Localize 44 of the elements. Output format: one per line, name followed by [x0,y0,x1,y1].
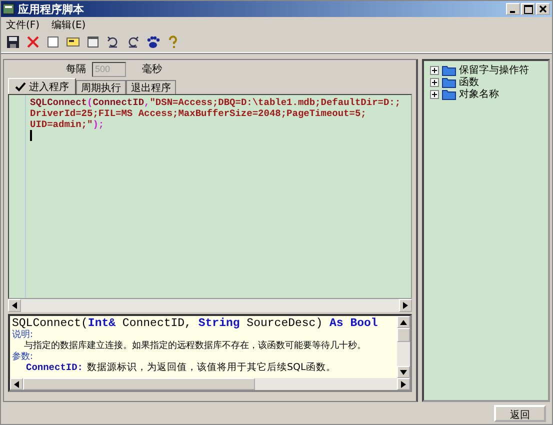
left-arrow-icon[interactable] [14,380,19,388]
expander-icon[interactable] [430,78,439,86]
tab[interactable]: 进入程序 [8,78,76,94]
menu-item[interactable]: 文件(F) [6,18,40,32]
app-icon [3,3,15,15]
folder-icon [442,64,456,76]
interval-label: 每隔 [66,63,86,76]
save-icon[interactable] [4,33,22,51]
menu-item[interactable]: 编辑(E) [52,18,86,32]
code-line: UID=admin;"); [30,119,106,130]
window-title: 应用程序脚本 [18,2,84,16]
function-signature: SQLConnect(Int& ConnectID, String SourceDesc) As Bool [12,317,379,330]
tree-item[interactable]: 函数 [430,76,542,88]
section-label: 参数: [12,352,34,362]
right-arrow-icon [403,302,408,309]
folder-icon [442,76,456,88]
return-button[interactable]: 返回 [494,404,546,422]
minimize-button[interactable] [506,3,520,15]
vertical-scrollbar[interactable] [397,316,410,378]
code-editor[interactable]: SQLConnect(ConnectID,"DSN=Access;DBQ=D:\table1.mdb;DefaultDir=D:; DriverId=25;FIL=MS Access;MaxBufferSize=2048;PageTimeout=5; UID=admin;"); [8,94,412,299]
scroll-right-button[interactable] [399,299,412,312]
right-arrow-icon[interactable] [401,380,406,388]
tree-item[interactable]: 保留字与操作符 [430,64,542,76]
expander-icon[interactable] [430,66,439,74]
tab[interactable]: 周期执行 [76,80,126,94]
up-arrow-icon[interactable] [400,320,407,324]
left-arrow-icon [12,302,17,309]
down-arrow-icon[interactable] [400,370,407,374]
section-label: 说明: [12,330,34,340]
expander-icon[interactable] [430,90,439,98]
description-text: 与指定的数据库建立连接。如果指定的远程数据库不存在，该函数可能要等待几十秒。 [23,340,367,352]
close-button[interactable] [536,3,550,15]
code-line: DriverId=25;FIL=MS Access;MaxBufferSize=2048;PageTimeout=5; [30,108,368,119]
check-icon [15,82,26,92]
maximize-button[interactable] [521,3,535,15]
parameter-text: 数据源标识，为返回值，该值将用于其它后续SQL函数。 [87,362,336,374]
horizontal-scrollbar[interactable] [10,378,410,390]
scroll-left-button[interactable] [8,299,21,312]
tree-item[interactable]: 对象名称 [430,88,542,100]
parameter-name: ConnectID: [26,362,84,374]
code-line: SQLConnect(ConnectID,"DSN=Access;DBQ=D:\table1.mdb;DefaultDir=D:; [30,97,401,108]
tab[interactable]: 退出程序 [126,80,176,94]
folder-icon [442,88,456,100]
interval-unit: 毫秒 [142,62,162,76]
